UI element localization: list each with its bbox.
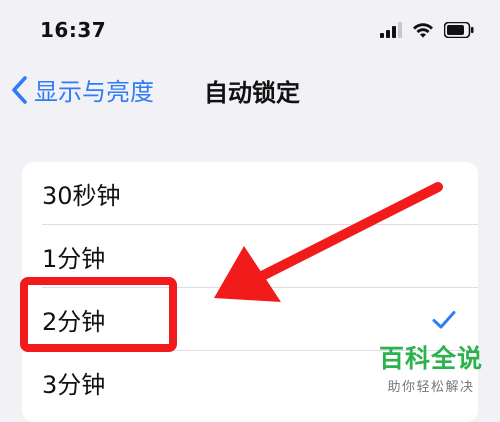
watermark-tagline: 助你轻松解决 [387,380,475,395]
watermark-logo-text: 百科全说 [378,344,483,373]
watermark: 百科全说 助你轻松解决 [368,344,494,395]
